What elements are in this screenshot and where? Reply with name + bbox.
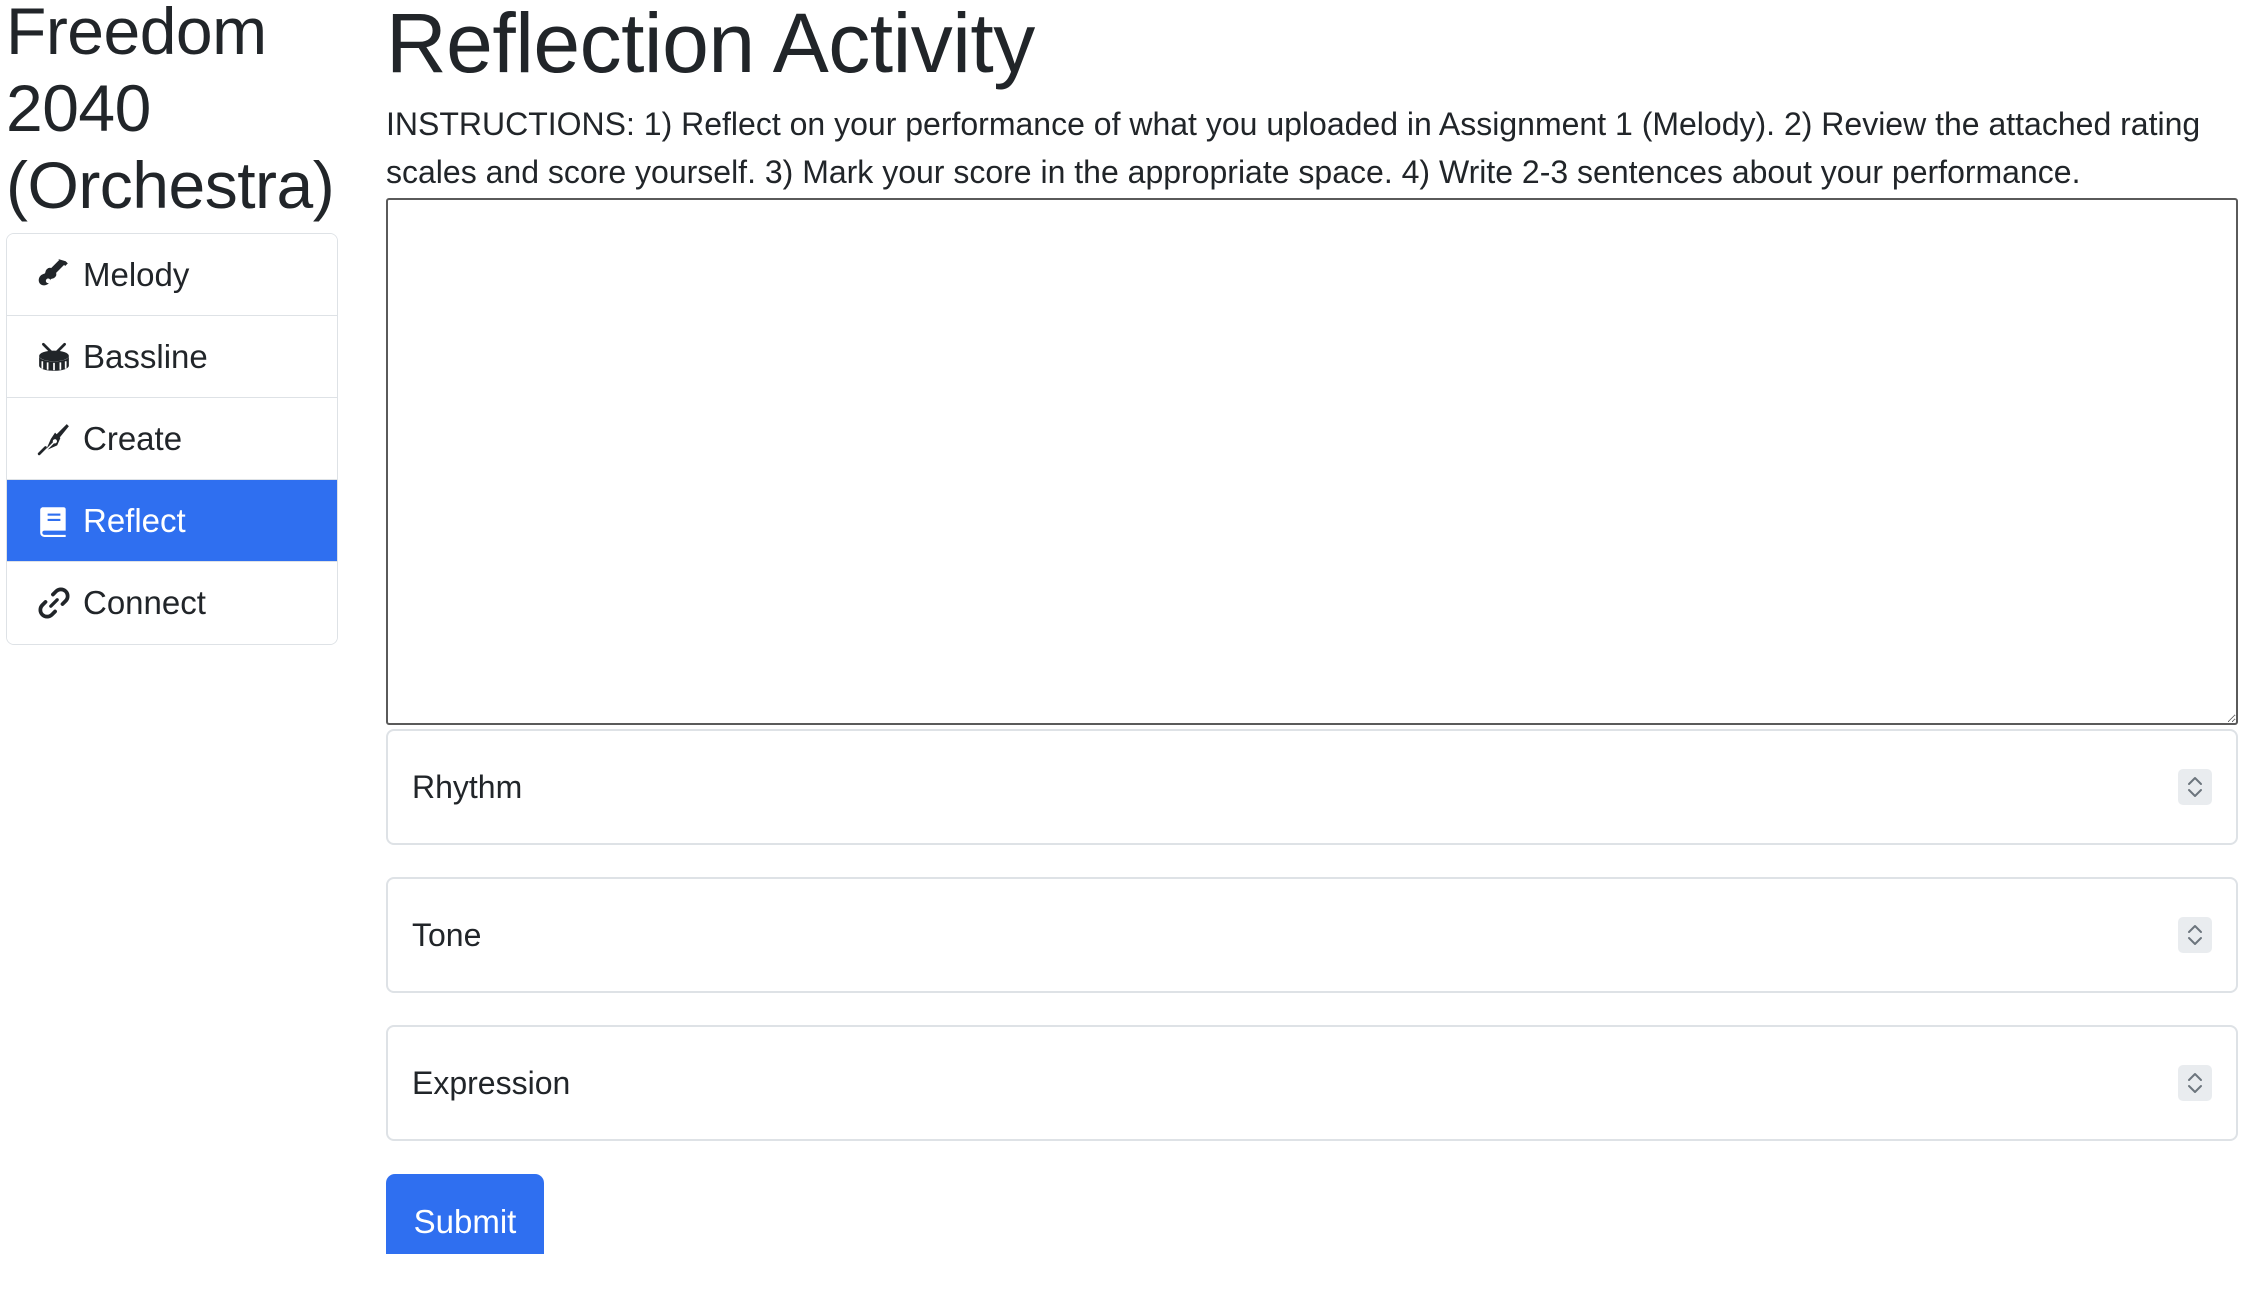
tone-select[interactable]: Tone <box>386 877 2238 993</box>
page-title: Reflection Activity <box>386 0 1035 90</box>
pen-nib-icon <box>37 422 71 456</box>
sidebar-item-reflect[interactable]: Reflect <box>7 480 337 562</box>
submit-button[interactable]: Submit <box>386 1174 544 1254</box>
chevron-up-down-icon <box>2178 917 2212 953</box>
drum-icon <box>37 340 71 374</box>
select-label: Rhythm <box>412 768 523 805</box>
site-title-line: 2040 <box>6 71 151 145</box>
guitar-icon <box>37 258 71 292</box>
sidebar-item-melody[interactable]: Melody <box>7 234 337 316</box>
sidebar: Freedom 2040 (Orchestra) Melody Bassline… <box>6 0 338 645</box>
rhythm-select[interactable]: Rhythm <box>386 729 2238 845</box>
page: Freedom 2040 (Orchestra) Melody Bassline… <box>0 0 2242 1295</box>
sidebar-item-create[interactable]: Create <box>7 398 337 480</box>
chevron-up-down-icon <box>2178 1065 2212 1101</box>
chevron-up-down-icon <box>2178 769 2212 805</box>
sidebar-item-label: Melody <box>83 255 190 293</box>
instructions-text: INSTRUCTIONS: 1) Reflect on your perform… <box>386 106 2201 190</box>
site-title: Freedom 2040 (Orchestra) <box>6 0 338 224</box>
sidebar-item-label: Reflect <box>83 501 186 539</box>
main-content: Reflection Activity INSTRUCTIONS: 1) Ref… <box>386 0 2238 1254</box>
sidebar-item-label: Connect <box>83 584 206 621</box>
sidebar-item-label: Bassline <box>83 337 208 375</box>
sidebar-item-connect[interactable]: Connect <box>7 562 337 644</box>
sidebar-item-label: Create <box>83 419 183 457</box>
site-title-line: Freedom <box>6 0 267 68</box>
reflection-textarea[interactable] <box>386 198 2238 725</box>
select-label: Expression <box>412 1064 571 1101</box>
select-label: Tone <box>412 916 482 953</box>
book-icon <box>37 504 71 538</box>
sidebar-item-bassline[interactable]: Bassline <box>7 316 337 398</box>
sidebar-nav: Melody Bassline Create Reflect Connect <box>6 233 338 645</box>
expression-select[interactable]: Expression <box>386 1025 2238 1141</box>
link-icon <box>37 586 71 620</box>
site-title-line: (Orchestra) <box>6 148 335 222</box>
